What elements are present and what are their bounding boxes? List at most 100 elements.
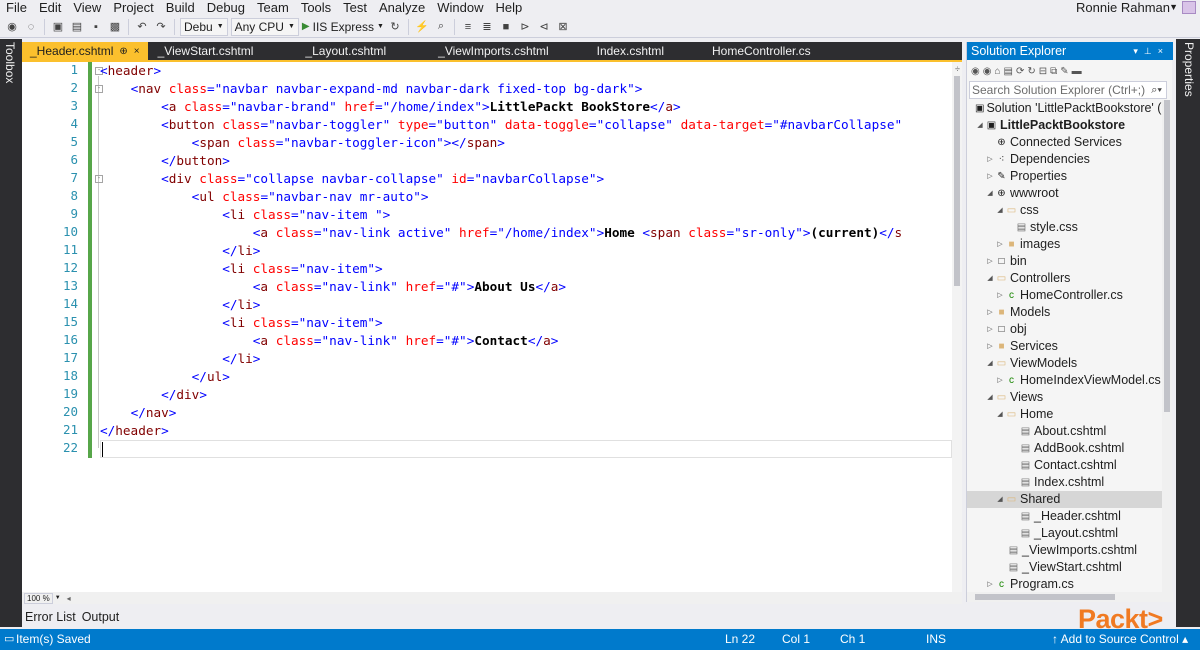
chevron-down-icon[interactable]: ▼ xyxy=(1169,0,1178,15)
expanded-icon[interactable]: ◢ xyxy=(995,406,1005,423)
tree-item-services[interactable]: ▷ ■ Services xyxy=(967,338,1163,355)
platform-dropdown[interactable]: Any CPU ▼ xyxy=(230,17,299,36)
solution-explorer-scrollbar[interactable] xyxy=(1162,100,1172,592)
tab-viewimports-cshtml[interactable]: _ViewImports.cshtml xyxy=(430,42,588,60)
pin-icon[interactable]: ⊕ xyxy=(119,46,127,57)
tree-item-style-css[interactable]: ▤ style.css xyxy=(967,219,1163,236)
clear-bookmarks-icon[interactable]: ⊠ xyxy=(555,19,571,35)
tree-item-viewmodels[interactable]: ◢ ▭ ViewModels xyxy=(967,355,1163,372)
scrollbar-thumb[interactable] xyxy=(954,76,960,286)
tree-item-program-cs[interactable]: ▷ c Program.cs xyxy=(967,576,1163,592)
show-all-files-icon[interactable]: ⧉ xyxy=(1050,66,1057,77)
tab-output[interactable]: Output xyxy=(82,610,120,624)
menu-view[interactable]: View xyxy=(67,0,107,15)
menu-team[interactable]: Team xyxy=(251,0,295,15)
search-icon[interactable]: ⌕▾ xyxy=(1151,82,1162,98)
close-icon[interactable]: × xyxy=(134,46,140,57)
tree-item-bin[interactable]: ▷ □ bin xyxy=(967,253,1163,270)
tree-item-obj[interactable]: ▷ □ obj xyxy=(967,321,1163,338)
zoom-dropdown[interactable]: 100 % xyxy=(24,592,53,604)
user-name[interactable]: Ronnie Rahman xyxy=(1076,0,1170,15)
tree-item-homeindexviewmodel[interactable]: ▷ c HomeIndexViewModel.cs xyxy=(967,372,1163,389)
back-icon[interactable]: ◉ xyxy=(971,66,980,77)
home-icon[interactable]: ⌂ xyxy=(994,66,1000,77)
scroll-left-icon[interactable]: ◂ xyxy=(67,594,71,603)
collapsed-icon[interactable]: ▷ xyxy=(985,338,995,355)
undo-icon[interactable]: ↶ xyxy=(134,19,150,35)
configuration-dropdown[interactable]: Debu ▼ xyxy=(180,17,228,36)
collapsed-icon[interactable]: ▷ xyxy=(985,253,995,270)
tree-item-home-folder[interactable]: ◢ ▭ Home xyxy=(967,406,1163,423)
editor-vertical-scrollbar[interactable]: ÷ xyxy=(952,62,962,592)
menu-test[interactable]: Test xyxy=(337,0,373,15)
tree-item-homecontroller[interactable]: ▷ c HomeController.cs xyxy=(967,287,1163,304)
code-editor[interactable]: 1 2 3 4 5 6 7 8 9 10 11 12 13 14 15 16 1… xyxy=(22,62,962,592)
redo-icon[interactable]: ↷ xyxy=(153,19,169,35)
preview-icon[interactable]: ▬ xyxy=(1072,66,1082,77)
new-project-icon[interactable]: ▣ xyxy=(50,19,66,35)
tree-item-header-cshtml[interactable]: ▤ _Header.cshtml xyxy=(967,508,1163,525)
properties-tab[interactable]: Properties xyxy=(1182,42,1196,97)
start-debugging-button[interactable]: ▶ IIS Express ▼ xyxy=(302,20,384,34)
solution-explorer-hscrollbar[interactable] xyxy=(967,592,1173,602)
expanded-icon[interactable]: ◢ xyxy=(975,117,985,134)
menu-analyze[interactable]: Analyze xyxy=(373,0,431,15)
save-all-icon[interactable]: ▩ xyxy=(107,19,123,35)
tree-item-project[interactable]: ◢ ▣ LittlePacktBookstore xyxy=(967,117,1163,134)
tree-item-index-cshtml[interactable]: ▤ Index.cshtml xyxy=(967,474,1163,491)
comment-icon[interactable]: ≡ xyxy=(460,19,476,35)
collapsed-icon[interactable]: ▷ xyxy=(995,372,1005,389)
tree-item-solution[interactable]: ▣ Solution 'LittlePacktBookstore' (1 xyxy=(967,100,1163,117)
tab-homecontroller-cs[interactable]: HomeController.cs xyxy=(704,42,819,60)
collapsed-icon[interactable]: ▷ xyxy=(995,287,1005,304)
split-icon[interactable]: ÷ xyxy=(955,64,960,74)
panel-window-controls[interactable]: ▾⊥× xyxy=(1133,42,1169,60)
sync-icon[interactable]: ⟳ xyxy=(1016,66,1024,77)
menu-file[interactable]: File xyxy=(0,0,33,15)
forward-icon[interactable]: ◌ xyxy=(23,19,39,35)
forward-icon[interactable]: ◉ xyxy=(983,66,992,77)
toolbox-tab[interactable]: Toolbox xyxy=(3,42,17,83)
scrollbar-thumb[interactable] xyxy=(975,594,1115,600)
expanded-icon[interactable]: ◢ xyxy=(995,491,1005,508)
tree-item-contact-cshtml[interactable]: ▤ Contact.cshtml xyxy=(967,457,1163,474)
expanded-icon[interactable]: ◢ xyxy=(985,270,995,287)
tree-item-connected-services[interactable]: ⊕ Connected Services xyxy=(967,134,1163,151)
tree-item-dependencies[interactable]: ▷ ⁖ Dependencies xyxy=(967,151,1163,168)
collapsed-icon[interactable]: ▷ xyxy=(985,576,995,592)
expanded-icon[interactable]: ◢ xyxy=(985,355,995,372)
pending-changes-icon[interactable]: ▤ xyxy=(1004,66,1013,77)
refresh-icon[interactable]: ↻ xyxy=(1027,66,1035,77)
collapsed-icon[interactable]: ▷ xyxy=(985,321,995,338)
menu-tools[interactable]: Tools xyxy=(295,0,337,15)
tree-item-viewimports-cshtml[interactable]: ▤ _ViewImports.cshtml xyxy=(967,542,1163,559)
tree-item-about-cshtml[interactable]: ▤ About.cshtml xyxy=(967,423,1163,440)
tab-viewstart-cshtml[interactable]: _ViewStart.cshtml xyxy=(148,42,298,60)
tree-item-images[interactable]: ▷ ■ images xyxy=(967,236,1163,253)
expanded-icon[interactable]: ◢ xyxy=(985,185,995,202)
tree-item-addbook-cshtml[interactable]: ▤ AddBook.cshtml xyxy=(967,440,1163,457)
tree-item-css[interactable]: ◢ ▭ css xyxy=(967,202,1163,219)
bookmark-icon[interactable]: ■ xyxy=(498,19,514,35)
expanded-icon[interactable]: ◢ xyxy=(995,202,1005,219)
tree-item-models[interactable]: ▷ ■ Models xyxy=(967,304,1163,321)
open-file-icon[interactable]: ▤ xyxy=(69,19,85,35)
next-bookmark-icon[interactable]: ⊳ xyxy=(517,19,533,35)
tree-item-properties[interactable]: ▷ ✎ Properties xyxy=(967,168,1163,185)
tab-layout-cshtml[interactable]: _Layout.cshtml xyxy=(297,42,430,60)
menu-project[interactable]: Project xyxy=(107,0,159,15)
scrollbar-thumb[interactable] xyxy=(1164,100,1170,412)
solution-search-input[interactable]: Search Solution Explorer (Ctrl+;) ⌕▾ xyxy=(969,81,1167,99)
collapsed-icon[interactable]: ▷ xyxy=(985,168,995,185)
menu-window[interactable]: Window xyxy=(431,0,489,15)
tree-item-controllers[interactable]: ◢ ▭ Controllers xyxy=(967,270,1163,287)
tree-item-viewstart-cshtml[interactable]: ▤ _ViewStart.cshtml xyxy=(967,559,1163,576)
collapse-all-icon[interactable]: ⊟ xyxy=(1039,66,1047,77)
tree-item-shared-folder[interactable]: ◢ ▭ Shared xyxy=(967,491,1163,508)
tree-item-layout-cshtml[interactable]: ▤ _Layout.cshtml xyxy=(967,525,1163,542)
code-text[interactable]: <header> <nav class="navbar navbar-expan… xyxy=(100,62,962,458)
tab-header-cshtml[interactable]: _Header.cshtml ⊕ × xyxy=(22,42,148,60)
properties-icon[interactable]: ✎ xyxy=(1060,66,1068,77)
tree-item-wwwroot[interactable]: ◢ ⊕ wwwroot xyxy=(967,185,1163,202)
collapsed-icon[interactable]: ▷ xyxy=(985,304,995,321)
